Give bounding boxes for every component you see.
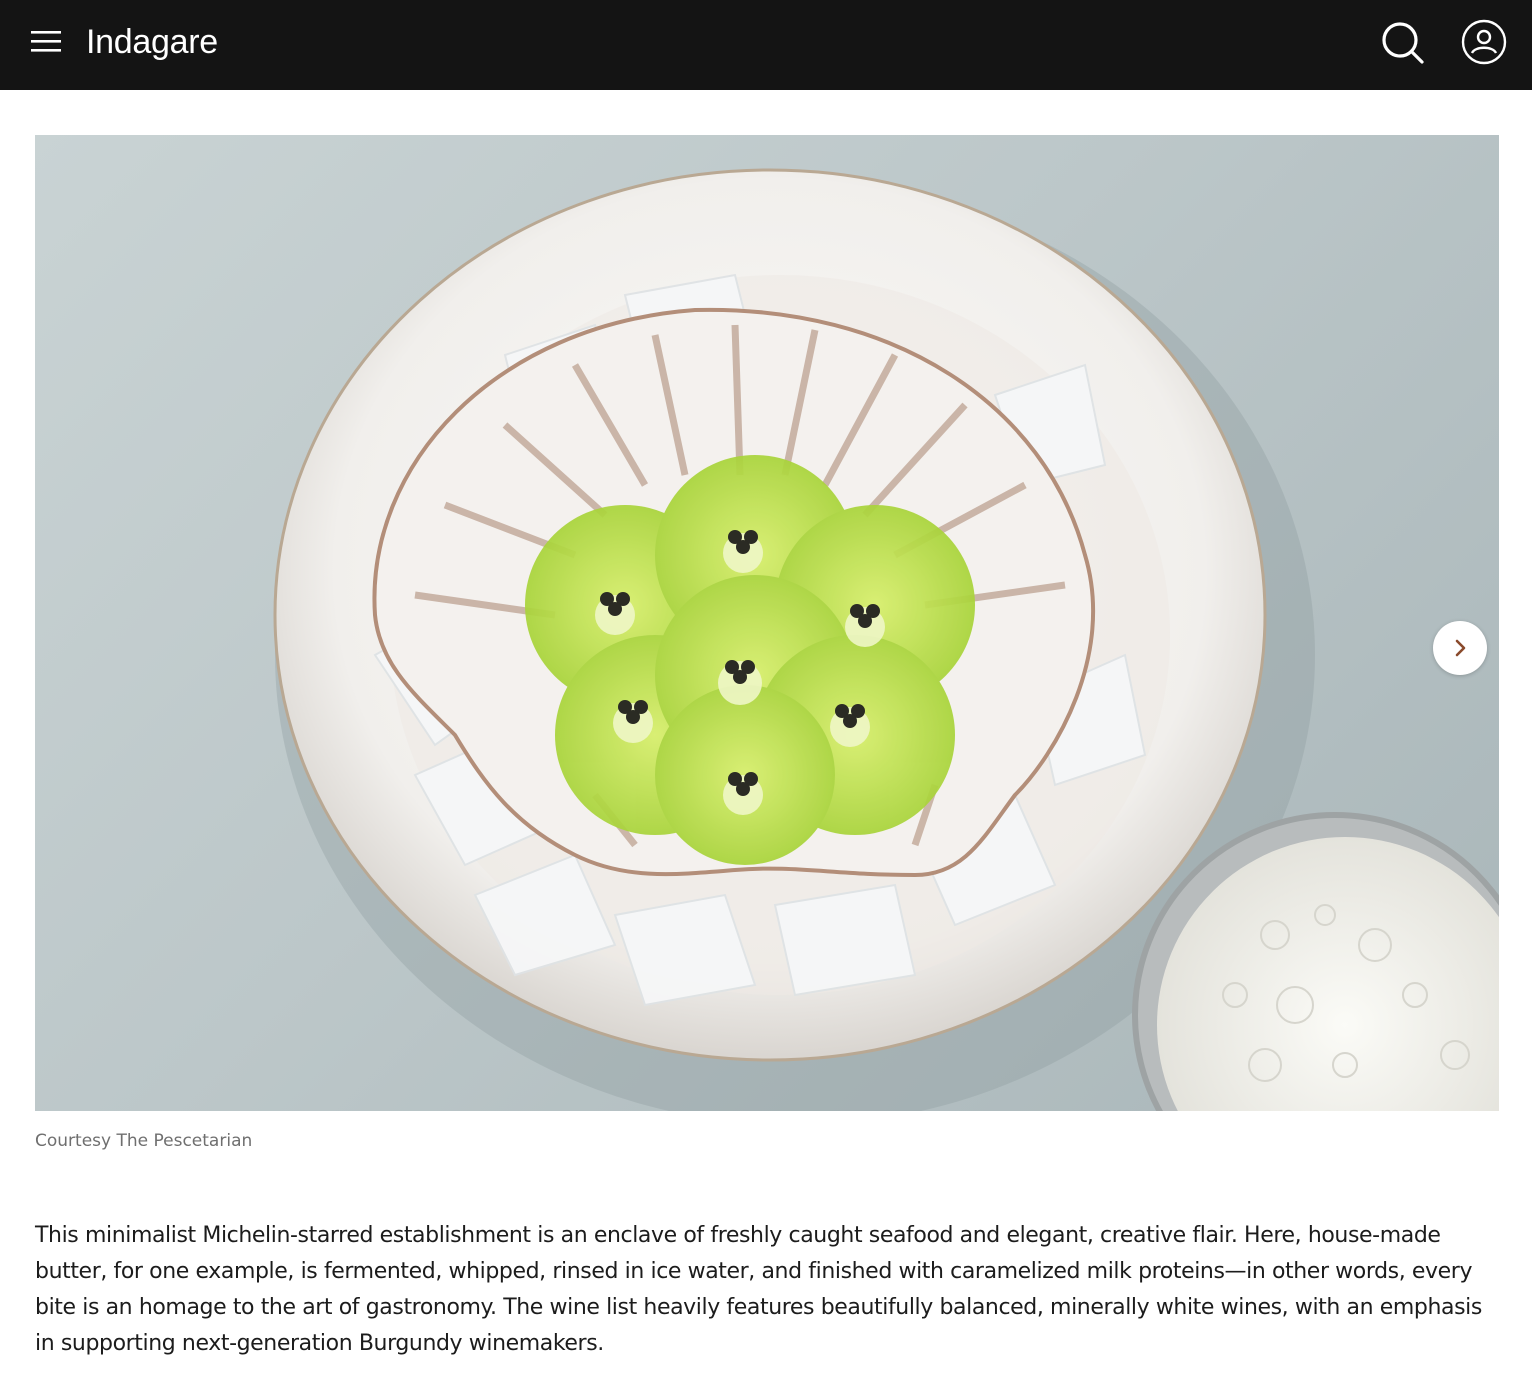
search-button[interactable] <box>1378 18 1426 66</box>
account-button[interactable] <box>1460 18 1508 66</box>
search-icon <box>1382 22 1424 64</box>
menu-button[interactable] <box>28 26 64 56</box>
image-caption: Courtesy The Pescetarian <box>35 1131 253 1151</box>
chevron-right-icon <box>1455 639 1466 657</box>
brand-logo[interactable]: Indagare <box>86 20 218 64</box>
next-image-button[interactable] <box>1433 621 1487 675</box>
hamburger-menu-icon <box>31 31 61 52</box>
article-paragraph: This minimalist Michelin-starred establi… <box>35 1223 1482 1356</box>
top-navigation-bar: Indagare <box>0 0 1532 90</box>
gallery-hero-image <box>35 135 1499 1111</box>
food-photo <box>273 168 1499 1111</box>
user-account-icon <box>1461 19 1507 65</box>
